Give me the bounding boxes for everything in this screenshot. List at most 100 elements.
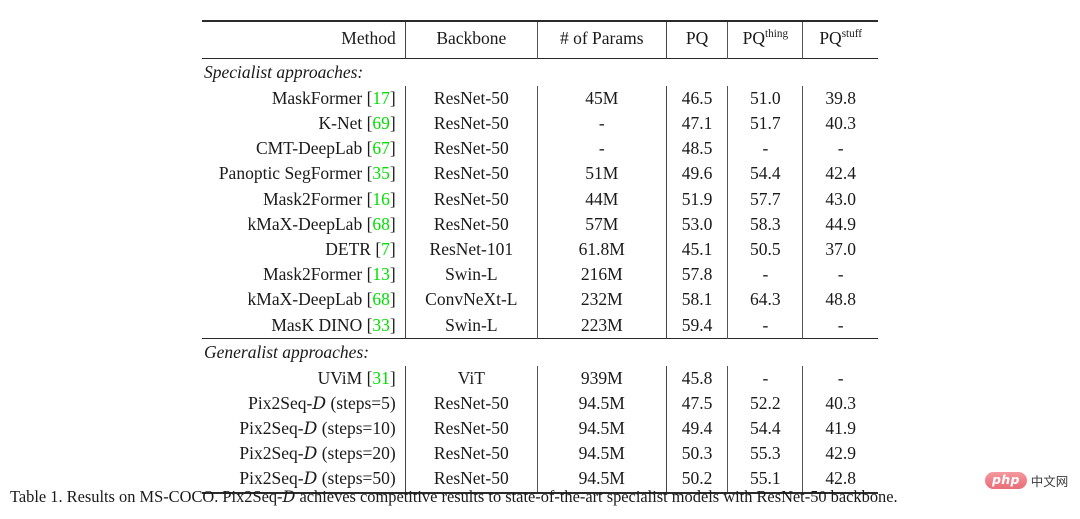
- cell-pq_thing: 54.4: [727, 161, 803, 187]
- table-row: kMaX-DeepLab [68] ResNet-50 57M 53.0 58.3 44.…: [202, 211, 878, 238]
- citation-number[interactable]: 33: [372, 315, 390, 335]
- citation-bracket-close: ]: [389, 138, 396, 159]
- cell-pq: 48.5: [665, 136, 728, 162]
- cell-pq_thing: 55.3: [727, 441, 803, 467]
- cell-pq_thing: 57.7: [727, 186, 803, 212]
- watermark: php 中文网: [985, 471, 1068, 490]
- cell-method: CMT-DeepLab [67]: [255, 138, 396, 159]
- cell-method: UViM [31]: [317, 367, 396, 388]
- cell-pq_stuff: -: [802, 312, 878, 339]
- cell-backbone: ResNet-50: [404, 391, 538, 417]
- cell-pq_stuff: 44.9: [802, 211, 878, 238]
- table-row: Mask2Former [13] Swin-L 216M 57.8- -: [202, 262, 878, 288]
- cell-method: MasK DINO [33]: [271, 314, 396, 335]
- table-row: Pix2Seq-D (steps=20) ResNet-50 94.5M 50.3 55…: [202, 441, 878, 467]
- cell-pq_stuff: -: [802, 262, 878, 288]
- table-row: Pix2Seq-D (steps=5) ResNet-50 94.5M 47.5 52.…: [202, 391, 878, 417]
- citation-bracket-close: ]: [389, 87, 396, 108]
- cell-params: -: [536, 136, 667, 162]
- column-header-superscript: thing: [765, 28, 789, 41]
- cell-pq_stuff: 39.8: [802, 86, 878, 112]
- cell-pq: 53.0: [665, 211, 728, 238]
- table-row: Panoptic SegFormer [35] ResNet-50 51M 49.6 5…: [202, 161, 878, 187]
- cell-method: Mask2Former [16]: [263, 188, 396, 209]
- cell-backbone: ResNet-50: [404, 161, 538, 187]
- cell-pq: 58.1: [665, 287, 728, 313]
- cell-pq: 51.9: [665, 186, 728, 212]
- citation-number[interactable]: 31: [372, 368, 390, 388]
- cell-method: kMaX-DeepLab [68]: [247, 213, 396, 234]
- cell-method: Pix2Seq-D (steps=5): [248, 392, 396, 414]
- script-d-glyph: D: [303, 443, 318, 464]
- cell-params: 216M: [536, 262, 667, 288]
- citation-number[interactable]: 7: [381, 239, 390, 259]
- cell-params: -: [536, 111, 667, 137]
- table-row: K-Net [69] ResNet-50-47.1 51.7 40.3: [202, 111, 878, 137]
- column-header-method: Method: [341, 28, 396, 49]
- cell-backbone: ConvNeXt-L: [404, 287, 538, 313]
- cell-pq_stuff: 37.0: [802, 237, 878, 263]
- cell-method: kMaX-DeepLab [68]: [247, 289, 396, 310]
- cell-pq_thing: 50.5: [727, 237, 803, 263]
- cell-method: Panoptic SegFormer [35]: [218, 163, 396, 184]
- table-row: CMT-DeepLab [67] ResNet-50-48.5- -: [202, 136, 878, 162]
- citation-number[interactable]: 67: [372, 138, 390, 158]
- cell-pq: 47.1: [665, 111, 728, 137]
- section-label: Specialist approaches:: [204, 61, 364, 82]
- citation-bracket-close: ]: [389, 213, 396, 234]
- cell-pq_thing: -: [727, 262, 803, 288]
- cell-params: 939M: [536, 365, 667, 392]
- citation-bracket-close: ]: [389, 113, 396, 134]
- cell-pq: 57.8: [665, 262, 728, 288]
- cell-backbone: ViT: [404, 365, 538, 392]
- cell-pq_stuff: 41.9: [802, 416, 878, 442]
- cell-backbone: ResNet-50: [404, 416, 538, 442]
- citation-bracket-close: ]: [389, 163, 396, 184]
- citation-number[interactable]: 68: [372, 214, 390, 234]
- cell-pq_stuff: -: [802, 365, 878, 392]
- citation-number[interactable]: 68: [372, 289, 390, 309]
- cell-backbone: ResNet-50: [404, 441, 538, 467]
- cell-pq: 45.1: [665, 237, 728, 263]
- cell-pq_stuff: 43.0: [802, 186, 878, 212]
- cell-backbone: Swin-L: [404, 262, 538, 288]
- citation-number[interactable]: 16: [372, 189, 390, 209]
- cell-params: 94.5M: [536, 391, 667, 417]
- cell-backbone: ResNet-101: [404, 237, 538, 263]
- results-table-container: Method Backbone # of Params PQ PQthing PQstuf…: [202, 20, 878, 495]
- cell-pq: 46.5: [665, 86, 728, 112]
- citation-number[interactable]: 69: [372, 113, 390, 133]
- citation-number[interactable]: 13: [372, 264, 390, 284]
- cell-pq_stuff: 42.4: [802, 161, 878, 187]
- column-header-pq_stuff: PQstuff: [802, 22, 878, 59]
- cell-backbone: ResNet-50: [404, 111, 538, 137]
- section-label: Generalist approaches:: [204, 341, 370, 362]
- citation-bracket-close: ]: [389, 314, 396, 335]
- caption-text: Results on MS-COCO. Pix2Seq-D achieves c…: [66, 487, 898, 506]
- cell-params: 44M: [536, 186, 667, 212]
- results-table: Method Backbone # of Params PQ PQthing PQstuf…: [202, 20, 878, 495]
- script-d-glyph: D: [312, 393, 327, 414]
- citation-number[interactable]: 35: [372, 163, 390, 183]
- cell-backbone: ResNet-50: [404, 211, 538, 238]
- caption-number: Table 1.: [10, 487, 63, 506]
- cell-pq_thing: -: [727, 365, 803, 392]
- cell-params: 45M: [536, 86, 667, 112]
- cell-method: Pix2Seq-D (steps=20): [239, 442, 396, 464]
- cell-params: 57M: [536, 211, 667, 238]
- table-row: Pix2Seq-D (steps=10) ResNet-50 94.5M 49.4 54…: [202, 416, 878, 442]
- cell-pq: 45.8: [665, 365, 728, 392]
- cell-pq_stuff: 40.3: [802, 111, 878, 137]
- cell-params: 61.8M: [536, 237, 667, 263]
- cell-params: 223M: [536, 312, 667, 339]
- column-header-superscript: stuff: [841, 28, 862, 41]
- citation-number[interactable]: 17: [372, 88, 390, 108]
- citation-bracket-close: ]: [389, 188, 396, 209]
- citation-bracket-close: ]: [389, 289, 396, 310]
- cell-params: 232M: [536, 287, 667, 313]
- cell-pq_thing: 52.2: [727, 391, 803, 417]
- column-header-params: # of Params: [536, 22, 667, 59]
- cell-backbone: Swin-L: [404, 312, 538, 339]
- cell-pq_thing: 54.4: [727, 416, 803, 442]
- table-figure: Method Backbone # of Params PQ PQthing PQstuf…: [0, 0, 1080, 519]
